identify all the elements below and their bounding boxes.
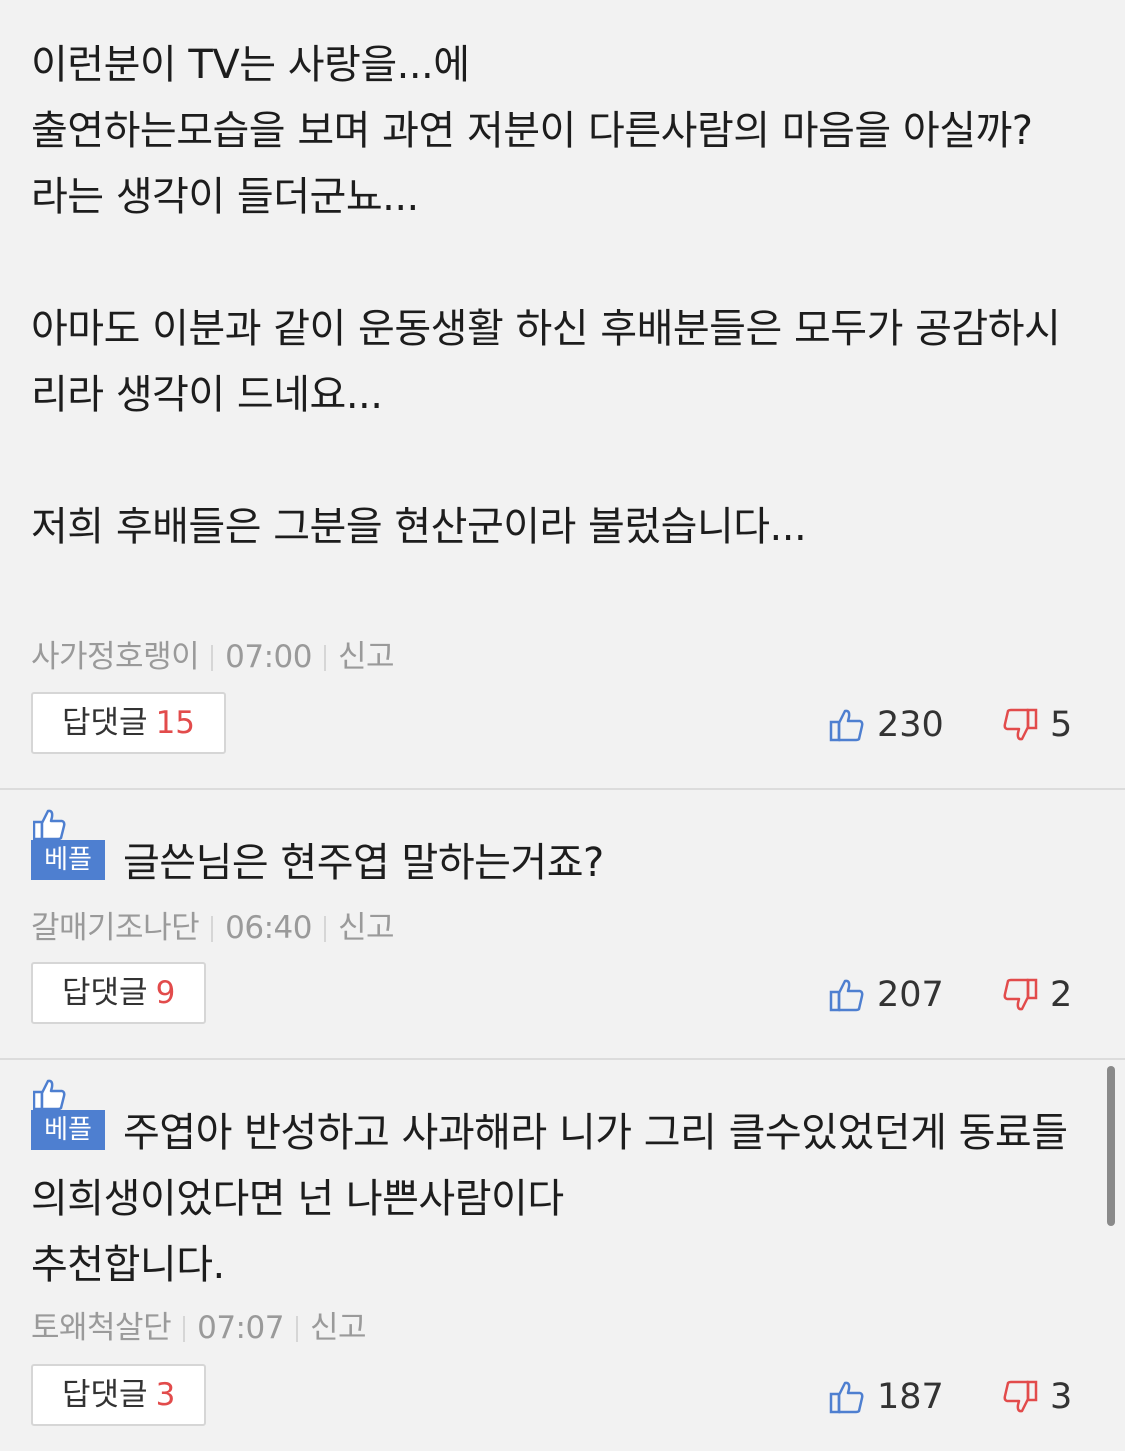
comment-item: 베플 글쓴님은 현주엽 말하는거죠? 갈매기조나단 06:40 신고 답댓글 9 20… — [0, 790, 1125, 1058]
meta-divider — [295, 1316, 298, 1342]
comment-meta: 사가정호랭이 07:00 신고 — [31, 637, 395, 677]
report-link[interactable]: 신고 — [310, 1310, 367, 1346]
like-count: 187 — [877, 1377, 944, 1417]
dislike-count: 5 — [1050, 705, 1073, 745]
reply-button[interactable]: 답댓글 9 — [31, 962, 207, 1024]
comment-time: 07:00 — [225, 639, 312, 675]
reply-count: 3 — [155, 1377, 176, 1413]
comment-author[interactable]: 사가정호랭이 — [31, 639, 200, 675]
thumbs-down-icon — [1003, 1380, 1038, 1413]
comment-time: 07:07 — [197, 1310, 284, 1346]
thumbs-down-icon — [1003, 978, 1038, 1011]
reply-button[interactable]: 답댓글 15 — [31, 692, 227, 754]
reply-count: 9 — [155, 975, 176, 1011]
comment-item: 이런분이 TV는 사랑을...에 출연하는모습을 보며 과연 저분이 다른사람의… — [0, 0, 1125, 788]
like-count: 230 — [877, 705, 944, 745]
comment-meta: 갈매기조나단 06:40 신고 — [31, 908, 395, 948]
reply-button-label: 답댓글 — [62, 1377, 148, 1413]
comment-author[interactable]: 갈매기조나단 — [31, 910, 200, 946]
reply-button-label: 답댓글 — [62, 705, 148, 741]
comment-item: 베플 주엽아 반성하고 사과해라 니가 그리 클수있었던게 동료들의희생이었다면… — [0, 1060, 1125, 1451]
comment-time: 06:40 — [225, 910, 312, 946]
best-comment-badge: 베플 — [31, 808, 105, 882]
dislike-count: 3 — [1050, 1377, 1073, 1417]
thumbs-up-icon — [829, 979, 864, 1012]
meta-divider — [211, 916, 214, 942]
scrollbar-thumb[interactable] — [1107, 1066, 1115, 1226]
meta-divider — [183, 1316, 186, 1342]
thumbs-up-icon — [829, 709, 864, 742]
report-link[interactable]: 신고 — [338, 639, 395, 675]
best-thumb-icon — [33, 809, 66, 840]
report-link[interactable]: 신고 — [338, 910, 395, 946]
meta-divider — [323, 645, 326, 671]
dislike-count: 2 — [1050, 975, 1073, 1015]
reply-count: 15 — [155, 705, 196, 741]
comment-text: 이런분이 TV는 사랑을...에 출연하는모습을 보며 과연 저분이 다른사람의… — [31, 42, 1061, 550]
comment-meta: 토왜척살단 07:07 신고 — [31, 1308, 367, 1348]
meta-divider — [211, 645, 214, 671]
comment-text: 글쓴님은 현주엽 말하는거죠? — [123, 840, 604, 886]
comment-author[interactable]: 토왜척살단 — [31, 1310, 172, 1346]
like-count: 207 — [877, 975, 944, 1015]
reply-button-label: 답댓글 — [62, 975, 148, 1011]
meta-divider — [323, 916, 326, 942]
thumbs-up-icon — [829, 1381, 864, 1414]
comment-text: 주엽아 반성하고 사과해라 니가 그리 클수있었던게 동료들의희생이었다면 넌 … — [31, 1110, 1068, 1288]
reply-button[interactable]: 답댓글 3 — [31, 1364, 207, 1426]
best-badge-label: 베플 — [31, 840, 105, 880]
thumbs-down-icon — [1003, 708, 1038, 741]
